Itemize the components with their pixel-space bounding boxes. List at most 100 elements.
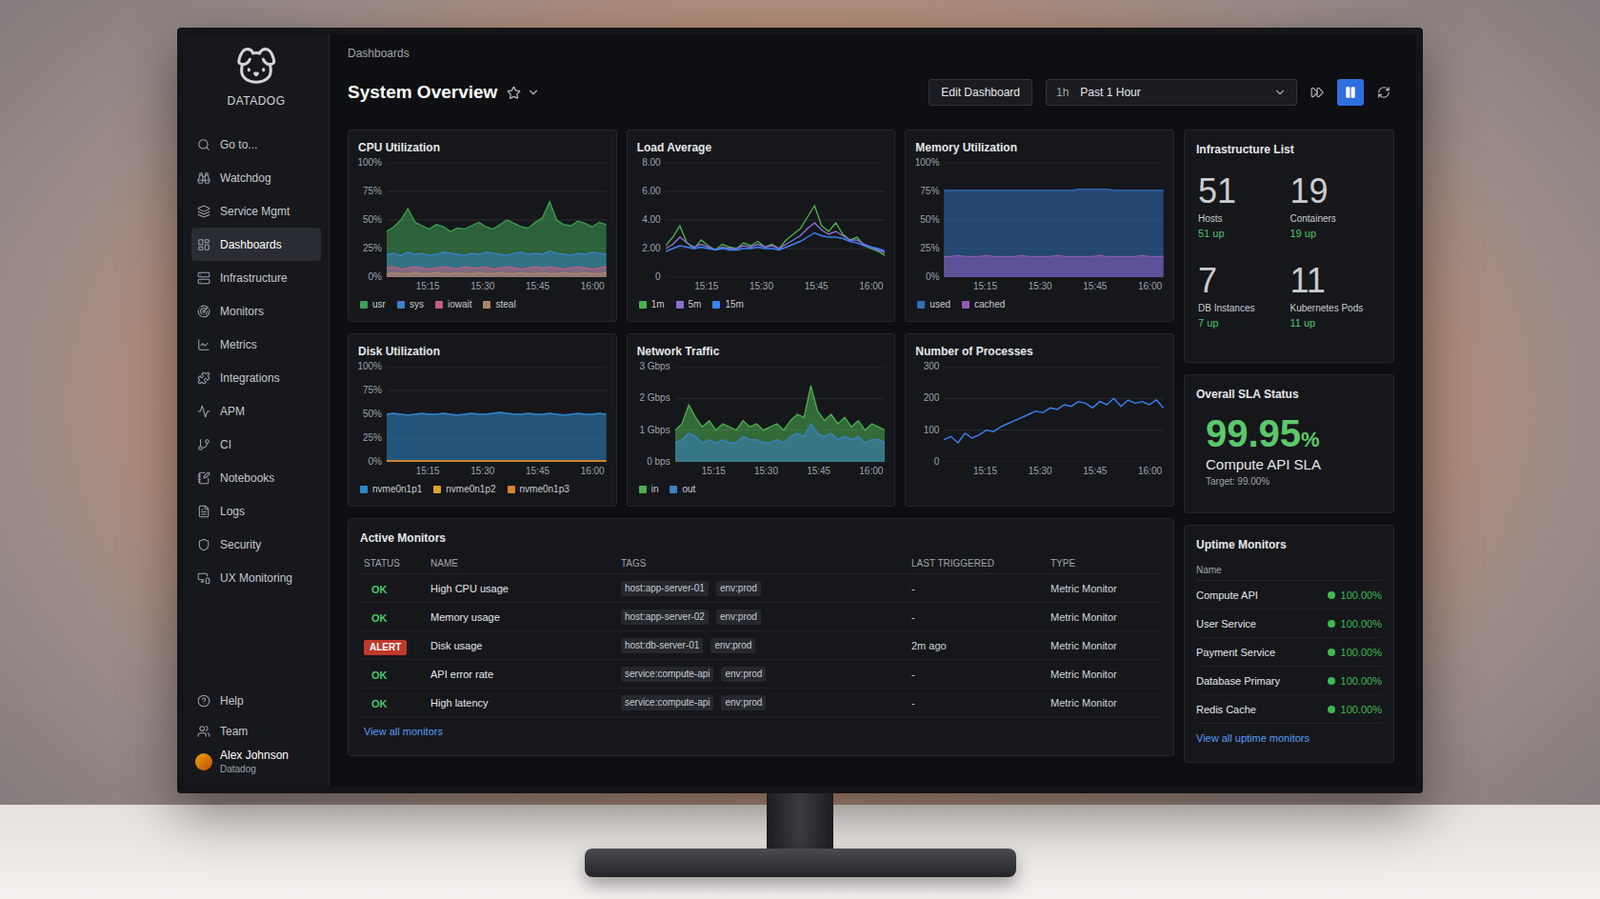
nav-icon <box>197 571 211 585</box>
dashboard-header: DashboardsSystem OverviewEdit Dashboard1… <box>347 34 1395 130</box>
sidebar: DATADOGGo to...WatchdogService MgmtDashb… <box>183 34 330 787</box>
x-tick: 15:30 <box>720 280 776 293</box>
sidebar-item[interactable]: Integrations <box>191 360 321 395</box>
tag-chip: host:app-server-02 <box>620 609 709 625</box>
view-all-uptime-link[interactable]: View all uptime monitors <box>1196 731 1382 745</box>
nav-icon <box>197 504 211 519</box>
sidebar-item[interactable]: Watchdog <box>191 160 321 195</box>
sidebar-item[interactable]: Metrics <box>191 327 321 361</box>
uptime-card: Uptime MonitorsNameCompute API100.00%Use… <box>1183 524 1395 763</box>
uptime-row[interactable]: Database Primary100.00% <box>1196 666 1382 696</box>
status-badge: OK <box>363 582 388 597</box>
y-tick: 2.00 <box>641 243 660 254</box>
sidebar-item[interactable]: CI <box>191 427 321 461</box>
uptime-row[interactable]: Payment Service100.00% <box>1196 638 1382 667</box>
chart-title: Disk Utilization <box>358 343 607 360</box>
x-tick: 15:15 <box>675 465 728 478</box>
pause-icon <box>1343 85 1358 100</box>
edit-dashboard-button[interactable]: Edit Dashboard <box>928 79 1033 106</box>
x-axis: 15:1515:3015:4516:00 <box>386 465 607 478</box>
chart-title: Load Average <box>637 140 886 156</box>
infra-stat[interactable]: 11Kubernetes Pods11 up <box>1290 261 1383 331</box>
user-profile[interactable]: Alex JohnsonDatadog <box>191 748 321 776</box>
legend-swatch <box>360 300 368 309</box>
refresh-icon[interactable] <box>1377 85 1391 100</box>
screen: DATADOGGo to...WatchdogService MgmtDashb… <box>183 34 1417 787</box>
infra-stat[interactable]: 19Containers19 up <box>1290 172 1383 241</box>
y-tick: 0 <box>934 457 940 467</box>
sidebar-footer-item[interactable]: Team <box>191 716 321 747</box>
sidebar-item[interactable]: Security <box>191 527 321 561</box>
y-tick: 300 <box>923 361 940 372</box>
chart-plot <box>675 366 886 462</box>
x-tick: 15:45 <box>1054 280 1110 293</box>
y-tick: 75% <box>362 385 382 396</box>
sidebar-item[interactable]: Logs <box>191 494 321 528</box>
nav-icon <box>197 724 211 739</box>
sidebar-item[interactable]: Notebooks <box>191 460 321 495</box>
status-dot-icon <box>1327 677 1336 685</box>
sidebar-item[interactable]: Go to... <box>191 127 321 161</box>
uptime-row[interactable]: Compute API100.00% <box>1196 580 1382 610</box>
y-tick: 4.00 <box>641 215 660 225</box>
logo[interactable]: DATADOG <box>183 34 329 128</box>
chart-series <box>675 385 886 462</box>
table-row[interactable]: OKHigh latencyservice:compute-apienv:pro… <box>360 688 1162 718</box>
sidebar-item[interactable]: UX Monitoring <box>191 560 321 595</box>
y-tick: 100 <box>923 425 940 436</box>
table-row[interactable]: OKHigh CPU usagehost:app-server-01env:pr… <box>360 574 1162 603</box>
breadcrumb[interactable]: Dashboards <box>347 45 1395 61</box>
infra-stat[interactable]: 7DB Instances7 up <box>1198 261 1291 331</box>
legend-swatch <box>482 300 491 309</box>
y-tick: 50% <box>362 409 382 420</box>
uptime-row[interactable]: Redis Cache100.00% <box>1196 695 1382 724</box>
pause-button[interactable] <box>1337 79 1364 106</box>
x-tick: 15:30 <box>999 465 1055 478</box>
uptime-row[interactable]: User Service100.00% <box>1196 609 1382 639</box>
y-tick: 75% <box>362 186 382 197</box>
chevron-down-icon <box>1273 85 1287 100</box>
y-axis: 8.006.004.002.000 <box>637 162 666 278</box>
nav-icon <box>197 404 211 419</box>
star-icon[interactable] <box>506 85 521 100</box>
tag-chip: host:app-server-01 <box>620 580 709 597</box>
tag-chip: env:prod <box>720 666 766 682</box>
sidebar-footer-item[interactable]: Help <box>191 685 321 717</box>
card-title: Overall SLA Status <box>1196 386 1382 402</box>
chart-title: Network Traffic <box>637 343 886 360</box>
table-row[interactable]: OKMemory usagehost:app-server-02env:prod… <box>360 602 1162 632</box>
x-tick: 15:15 <box>665 280 721 293</box>
sidebar-item[interactable]: Service Mgmt <box>191 194 321 228</box>
legend-item: out <box>669 482 696 497</box>
y-axis: 3 Gbps2 Gbps1 Gbps0 bps <box>637 366 676 462</box>
table-row[interactable]: OKAPI error rateservice:compute-apienv:p… <box>360 660 1162 689</box>
sidebar-item[interactable]: Infrastructure <box>191 260 321 295</box>
fast-forward-icon[interactable] <box>1310 85 1324 100</box>
chart-plot <box>665 162 886 278</box>
sidebar-item[interactable]: Dashboards <box>191 227 321 261</box>
card-title: Active Monitors <box>360 530 1162 546</box>
chart-plot <box>386 162 607 278</box>
time-range-select[interactable]: 1hPast 1 Hour <box>1045 79 1298 106</box>
chart-title: Memory Utilization <box>915 140 1164 156</box>
x-tick: 16:00 <box>551 465 607 478</box>
sidebar-item[interactable]: APM <box>191 394 321 428</box>
chart-legend: usrsysiowaitsteal <box>358 298 607 312</box>
y-tick: 1 Gbps <box>639 425 670 436</box>
x-tick: 15:45 <box>775 280 831 293</box>
status-dot-icon <box>1327 620 1336 628</box>
infra-stat[interactable]: 51Hosts51 up <box>1198 172 1291 241</box>
y-tick: 25% <box>362 243 382 254</box>
y-tick: 75% <box>920 186 940 197</box>
legend-item: used <box>917 298 951 312</box>
view-all-monitors-link[interactable]: View all monitors <box>360 724 1162 739</box>
chevron-down-icon[interactable] <box>526 85 540 100</box>
table-row[interactable]: ALERTDisk usagehost:db-server-01env:prod… <box>360 631 1162 660</box>
nav-icon <box>197 471 211 485</box>
chart-series <box>665 222 886 254</box>
y-axis: 3002001000 <box>915 366 944 462</box>
y-tick: 2 Gbps <box>639 393 670 403</box>
sidebar-item[interactable]: Monitors <box>191 294 321 328</box>
chart-title: Number of Processes <box>915 343 1164 360</box>
chart-card: Load Average8.006.004.002.00015:1515:301… <box>626 129 897 322</box>
